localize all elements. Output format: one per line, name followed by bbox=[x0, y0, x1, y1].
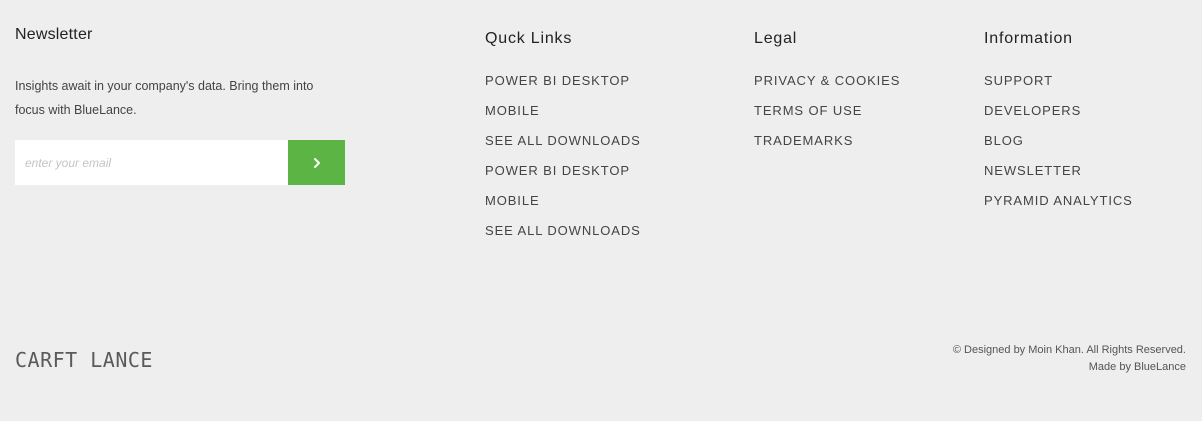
list-item: DEVELOPERS bbox=[984, 104, 1133, 134]
quick-link-see-all-downloads[interactable]: SEE ALL DOWNLOADS bbox=[485, 223, 641, 238]
legal-link-trademarks[interactable]: TRADEMARKS bbox=[754, 133, 853, 148]
info-link-developers[interactable]: DEVELOPERS bbox=[984, 103, 1081, 118]
list-item: SEE ALL DOWNLOADS bbox=[485, 134, 641, 164]
list-item: SEE ALL DOWNLOADS bbox=[485, 224, 641, 254]
information-title: Information bbox=[984, 30, 1073, 47]
quick-links-column: Quck Links POWER BI DESKTOP MOBILE SEE A… bbox=[485, 30, 641, 254]
list-item: POWER BI DESKTOP bbox=[485, 74, 641, 104]
list-item: MOBILE bbox=[485, 104, 641, 134]
list-item: TERMS OF USE bbox=[754, 104, 900, 134]
quick-link-power-bi-desktop[interactable]: POWER BI DESKTOP bbox=[485, 163, 630, 178]
chevron-right-icon bbox=[313, 157, 320, 168]
quick-link-power-bi-desktop[interactable]: POWER BI DESKTOP bbox=[485, 73, 630, 88]
made-by-text: Made by BlueLance bbox=[1088, 361, 1186, 373]
newsletter-section: Newsletter Insights await in your compan… bbox=[15, 26, 355, 185]
newsletter-title: Newsletter bbox=[15, 26, 93, 43]
copyright-text: © Designed by Moin Khan. All Rights Rese… bbox=[952, 344, 1186, 356]
subscribe-button[interactable] bbox=[288, 140, 345, 185]
legal-link-privacy-cookies[interactable]: PRIVACY & COOKIES bbox=[754, 73, 900, 88]
list-item: POWER BI DESKTOP bbox=[485, 164, 641, 194]
quick-link-mobile[interactable]: MOBILE bbox=[485, 193, 540, 208]
site-footer: Newsletter Insights await in your compan… bbox=[0, 0, 1202, 421]
subscribe-form bbox=[15, 140, 345, 185]
info-link-newsletter[interactable]: NEWSLETTER bbox=[984, 163, 1082, 178]
list-item: PRIVACY & COOKIES bbox=[754, 74, 900, 104]
email-input[interactable] bbox=[15, 140, 288, 185]
information-column: Information SUPPORT DEVELOPERS BLOG NEWS… bbox=[984, 30, 1133, 224]
list-item: NEWSLETTER bbox=[984, 164, 1133, 194]
info-link-blog[interactable]: BLOG bbox=[984, 133, 1024, 148]
brand-logo[interactable]: CARFT LANCE bbox=[15, 348, 153, 372]
legal-link-terms-of-use[interactable]: TERMS OF USE bbox=[754, 103, 862, 118]
info-link-support[interactable]: SUPPORT bbox=[984, 73, 1053, 88]
list-item: BLOG bbox=[984, 134, 1133, 164]
quick-links-title: Quck Links bbox=[485, 30, 573, 47]
list-item: MOBILE bbox=[485, 194, 641, 224]
info-link-pyramid-analytics[interactable]: PYRAMID ANALYTICS bbox=[984, 193, 1133, 208]
quick-links-list: POWER BI DESKTOP MOBILE SEE ALL DOWNLOAD… bbox=[485, 74, 641, 254]
legal-list: PRIVACY & COOKIES TERMS OF USE TRADEMARK… bbox=[754, 74, 900, 164]
list-item: TRADEMARKS bbox=[754, 134, 900, 164]
quick-link-mobile[interactable]: MOBILE bbox=[485, 103, 540, 118]
list-item: PYRAMID ANALYTICS bbox=[984, 194, 1133, 224]
quick-link-see-all-downloads[interactable]: SEE ALL DOWNLOADS bbox=[485, 133, 641, 148]
legal-column: Legal PRIVACY & COOKIES TERMS OF USE TRA… bbox=[754, 30, 900, 164]
copyright-block: © Designed by Moin Khan. All Rights Rese… bbox=[953, 342, 1186, 376]
information-list: SUPPORT DEVELOPERS BLOG NEWSLETTER PYRAM… bbox=[984, 74, 1133, 224]
list-item: SUPPORT bbox=[984, 74, 1133, 104]
legal-title: Legal bbox=[754, 30, 798, 47]
newsletter-description: Insights await in your company's data. B… bbox=[15, 79, 314, 117]
